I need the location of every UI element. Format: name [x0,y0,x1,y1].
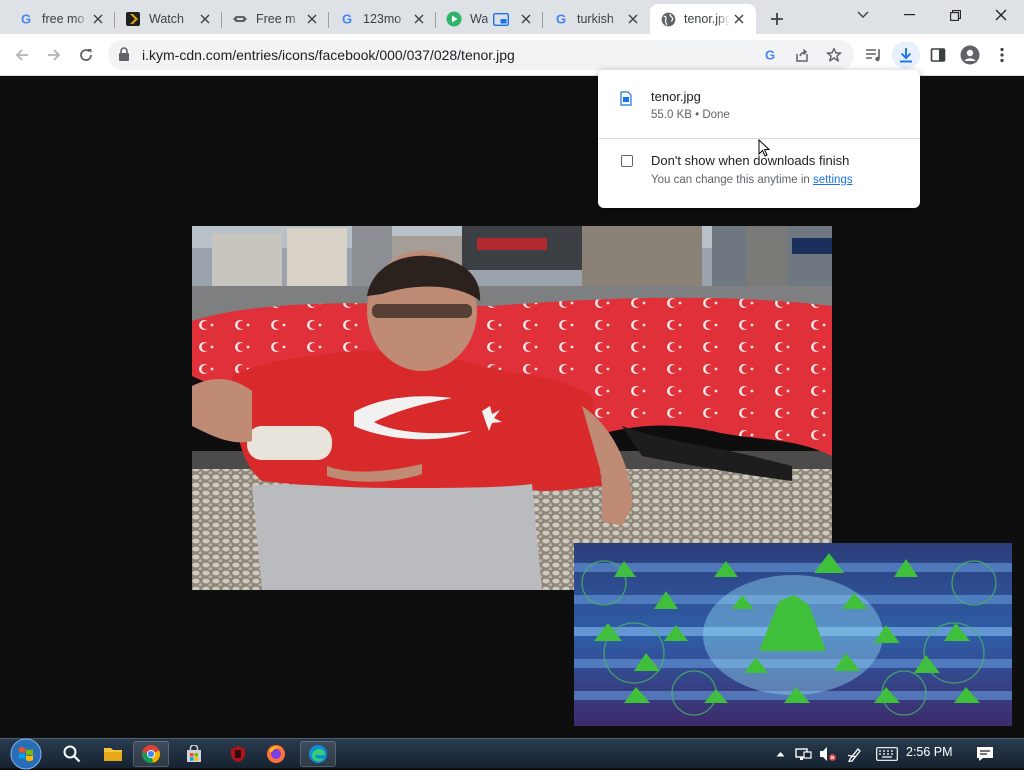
file-explorer-icon[interactable] [95,741,131,767]
tab-search-chevron-down-icon[interactable] [840,0,886,30]
forward-button[interactable] [40,41,68,69]
lock-icon[interactable] [118,47,130,67]
tab-turkish[interactable]: G turkish [543,4,650,34]
tab-strip: G free mo Watch Free m G 123mo Wa G turk… [0,0,1024,34]
close-tab-icon[interactable] [517,10,535,28]
site-icon [232,11,248,27]
settings-hint: You can change this anytime in settings [651,174,853,186]
notifications-icon[interactable] [974,744,996,764]
dont-show-label[interactable]: Don't show when downloads finish [651,153,849,168]
tab-title: turkish [577,12,614,26]
close-tab-icon[interactable] [196,10,214,28]
tab-watch-video[interactable]: Wa [436,4,543,34]
volume-muted-icon[interactable] [818,744,838,764]
tab-title: 123mo [363,12,402,26]
side-panel-icon[interactable] [924,41,952,69]
windows-taskbar: 2:56 PM [0,737,1024,770]
tab-tenor-active[interactable]: tenor.jpg [650,4,756,34]
google-lens-icon[interactable]: G [760,45,780,65]
taskbar-search-icon[interactable] [54,741,90,767]
tab-title: Free m [256,12,296,26]
tab-title: tenor.jpg [684,12,730,26]
tab-123movies[interactable]: G 123mo [329,4,436,34]
play-icon [446,11,462,27]
start-button[interactable] [8,737,44,770]
store-icon[interactable] [176,741,212,767]
back-button[interactable] [8,41,36,69]
tenor-image[interactable] [192,226,832,590]
close-tab-icon[interactable] [303,10,321,28]
picture-in-picture-icon [493,12,509,26]
menu-kebab-icon[interactable] [988,41,1016,69]
close-tab-icon[interactable] [89,10,107,28]
profile-avatar-icon[interactable] [956,41,984,69]
close-tab-icon[interactable] [410,10,428,28]
settings-link[interactable]: settings [813,174,853,186]
downloads-button[interactable] [892,41,920,69]
google-g-icon: G [553,11,569,27]
mouse-cursor-icon [758,138,771,162]
plex-icon [125,11,141,27]
show-hidden-icons-icon[interactable] [774,744,786,764]
tab-title: Watch [149,12,184,26]
app-red-shield-icon[interactable] [220,741,256,767]
taskbar-clock[interactable]: 2:56 PM [906,745,953,759]
share-icon[interactable] [792,45,812,65]
google-g-icon: G [18,11,34,27]
download-filename[interactable]: tenor.jpg [651,89,701,104]
tab-title: Wa [470,12,489,26]
dont-show-checkbox[interactable] [621,155,633,167]
google-g-icon: G [339,11,355,27]
settings-hint-text: You can change this anytime in [651,174,810,186]
reload-button[interactable] [72,41,100,69]
media-control-icon[interactable] [860,41,888,69]
close-tab-icon[interactable] [730,10,748,28]
new-tab-button[interactable] [764,6,790,32]
svg-text:G: G [21,12,31,26]
download-status: 55.0 KB • Done [651,109,730,121]
globe-icon [660,11,676,27]
close-tab-icon[interactable] [624,10,642,28]
svg-text:G: G [342,12,352,26]
chrome-taskbar-icon[interactable] [133,741,169,767]
address-bar[interactable]: i.kym-cdn.com/entries/icons/facebook/000… [108,40,854,70]
url-text[interactable]: i.kym-cdn.com/entries/icons/facebook/000… [142,47,515,63]
pen-workspace-icon[interactable] [845,744,865,764]
tab-free-movies-site[interactable]: Free m [222,4,329,34]
bookmark-star-icon[interactable] [824,45,844,65]
tab-title: free mo [42,12,85,26]
restore-button[interactable] [932,0,978,30]
svg-text:G: G [556,12,566,26]
svg-text:G: G [765,48,775,62]
tab-watch[interactable]: Watch [115,4,222,34]
touch-keyboard-icon[interactable] [874,744,900,764]
firefox-icon[interactable] [258,741,294,767]
minimize-button[interactable] [886,0,932,30]
tab-free-movies[interactable]: G free mo [8,4,115,34]
floating-video-overlay[interactable] [574,543,1012,726]
file-icon [620,91,632,111]
close-window-button[interactable] [978,0,1024,30]
edge-icon[interactable] [300,741,336,767]
network-icon[interactable] [794,744,814,764]
